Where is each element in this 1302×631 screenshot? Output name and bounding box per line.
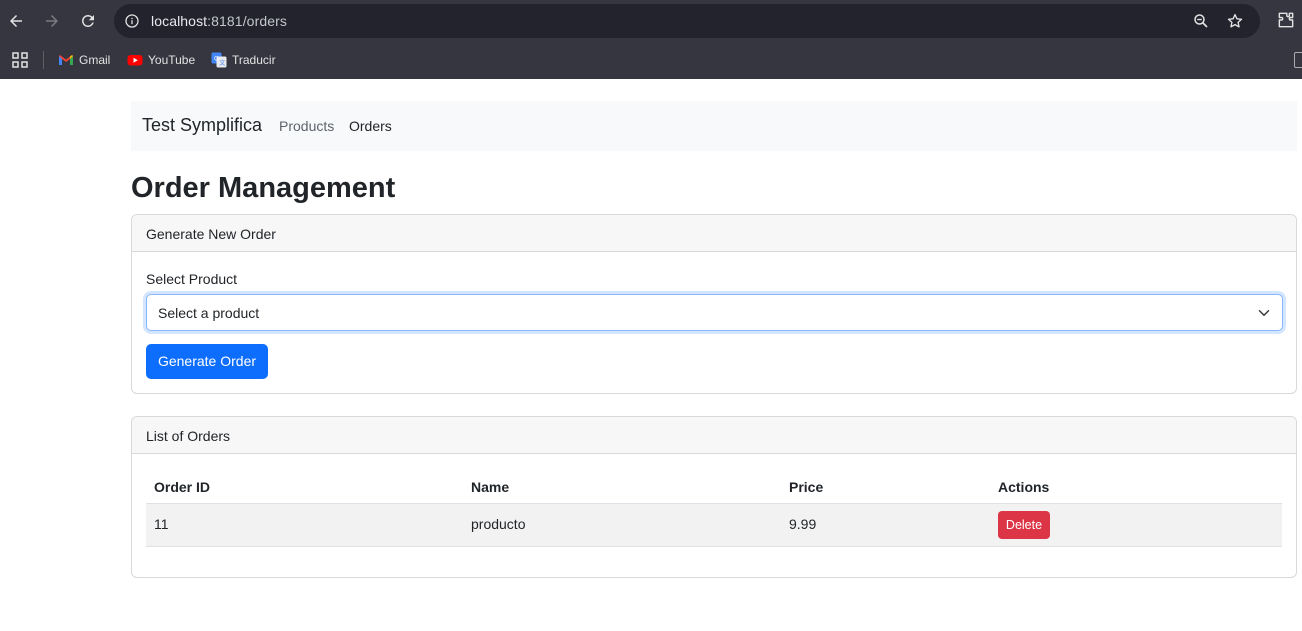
forward-button[interactable]: [40, 9, 64, 33]
generate-order-card: Generate New Order Select Product Select…: [131, 214, 1297, 394]
gmail-icon: [58, 52, 74, 68]
card-header: Generate New Order: [132, 215, 1296, 252]
extensions-icon[interactable]: [1276, 10, 1296, 30]
nav-link-orders[interactable]: Orders: [349, 118, 392, 134]
bookmark-label: Gmail: [79, 53, 111, 67]
bookmarks-bar: Gmail YouTube G文 Traducir: [0, 42, 1302, 79]
cell-price: 9.99: [789, 516, 817, 532]
column-header-order-id: Order ID: [154, 479, 211, 495]
chevron-down-icon: [1258, 310, 1270, 316]
apps-grid-icon[interactable]: [11, 51, 29, 69]
select-product-label: Select Product: [146, 271, 238, 287]
arrow-right-icon: [46, 15, 58, 27]
back-button[interactable]: [4, 9, 28, 33]
table-row: 11 producto 9.99 Delete: [146, 504, 1282, 547]
svg-text:文: 文: [219, 59, 225, 67]
bookmark-label: YouTube: [148, 53, 196, 67]
svg-text:G: G: [214, 56, 219, 63]
youtube-icon: [127, 52, 143, 68]
url-path: :8181/orders: [207, 13, 287, 29]
bookmark-star-icon[interactable]: [1226, 12, 1244, 30]
zoom-icon[interactable]: [1192, 12, 1210, 30]
page-title: Order Management: [131, 172, 396, 204]
nav-link-products[interactable]: Products: [279, 118, 334, 134]
card-header: List of Orders: [132, 417, 1296, 454]
translate-icon: G文: [211, 52, 227, 68]
product-select-value: Select a product: [158, 305, 260, 321]
bookmark-label: Traducir: [232, 53, 276, 67]
cell-order-id: 11: [154, 516, 169, 532]
arrow-left-icon: [10, 15, 22, 27]
url-host: localhost: [151, 13, 208, 29]
orders-list-card: List of Orders Order ID Name Price Actio…: [131, 416, 1297, 578]
product-select[interactable]: Select a product: [146, 294, 1283, 331]
bookmark-gmail[interactable]: Gmail: [58, 50, 110, 70]
reload-icon: [81, 14, 94, 27]
browser-toolbar: localhost:8181/orders: [0, 0, 1302, 42]
bookmark-youtube[interactable]: YouTube: [127, 50, 195, 70]
column-header-price: Price: [789, 479, 824, 495]
url-text[interactable]: localhost:8181/orders: [151, 13, 287, 29]
generate-order-button[interactable]: Generate Order: [146, 344, 268, 379]
all-bookmarks-icon[interactable]: [1294, 52, 1302, 68]
address-bar[interactable]: localhost:8181/orders: [114, 4, 1260, 38]
reload-button[interactable]: [76, 9, 100, 33]
app-navbar: Test Symplifica Products Orders: [131, 101, 1297, 151]
column-header-actions: Actions: [998, 479, 1050, 495]
site-info-icon[interactable]: [123, 12, 141, 30]
delete-button[interactable]: Delete: [998, 511, 1050, 539]
column-header-name: Name: [471, 479, 510, 495]
bookmark-traducir[interactable]: G文 Traducir: [211, 50, 276, 70]
navbar-brand[interactable]: Test Symplifica: [142, 115, 262, 136]
cell-name: producto: [471, 516, 526, 532]
bookmarks-divider: [43, 51, 44, 69]
